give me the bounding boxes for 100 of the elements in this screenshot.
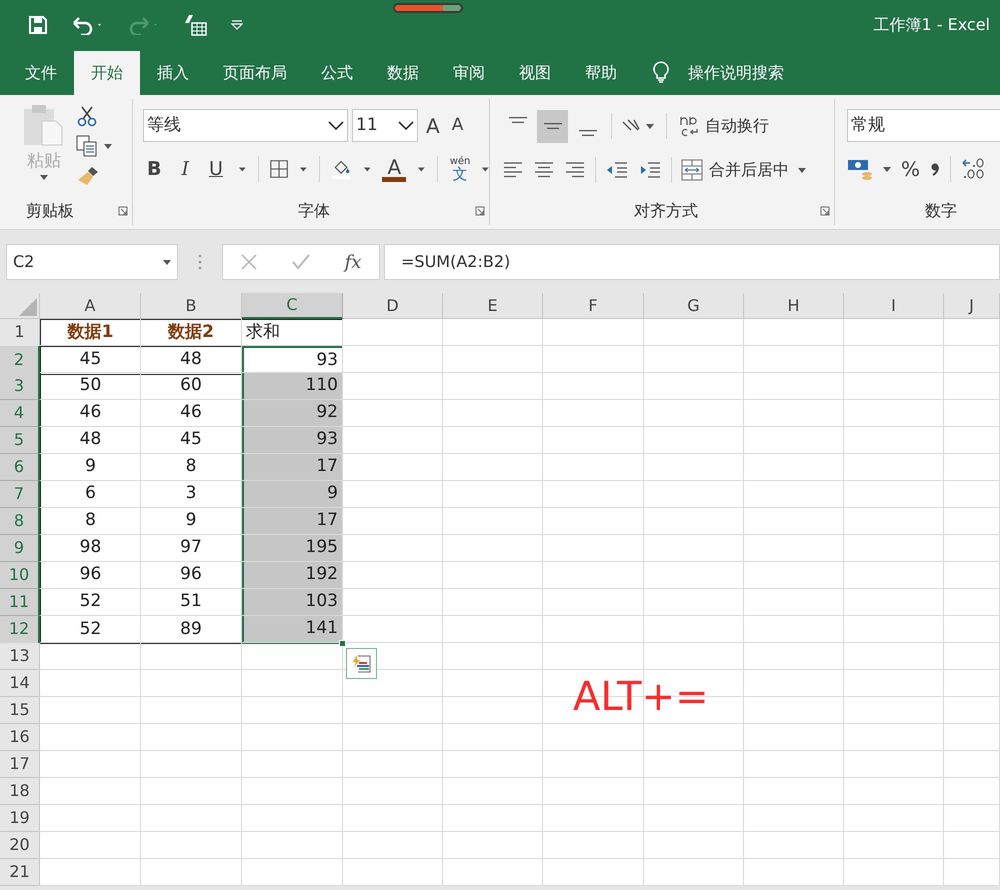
- row-header[interactable]: 1: [0, 319, 40, 346]
- column-header[interactable]: H: [744, 293, 844, 319]
- lightbulb-icon[interactable]: [652, 61, 670, 83]
- row-header[interactable]: 7: [0, 481, 40, 508]
- row-header[interactable]: 15: [0, 697, 40, 724]
- ribbon-tab[interactable]: 公式: [304, 51, 370, 95]
- column-header[interactable]: J: [944, 293, 1000, 319]
- row-header[interactable]: 11: [0, 589, 40, 616]
- font-style-button[interactable]: B: [143, 154, 166, 184]
- caret-icon[interactable]: [646, 124, 654, 128]
- row-header[interactable]: 14: [0, 670, 40, 697]
- decrease-indent-icon[interactable]: [605, 160, 629, 180]
- align-center-icon[interactable]: [533, 160, 555, 180]
- name-box[interactable]: C2: [6, 244, 178, 280]
- row-header[interactable]: 9: [0, 535, 40, 562]
- merge-cells-icon: [681, 159, 703, 181]
- row-header[interactable]: 3: [0, 373, 40, 400]
- caret-icon[interactable]: [104, 144, 112, 148]
- dialog-launcher-icon[interactable]: [475, 206, 485, 216]
- ribbon-tab[interactable]: 插入: [140, 51, 206, 95]
- column-header[interactable]: I: [844, 293, 944, 319]
- table-cell: 17: [242, 508, 343, 535]
- font-size-dropdown[interactable]: 11: [352, 109, 418, 142]
- decrease-font-size-button[interactable]: A: [448, 112, 468, 138]
- row-header[interactable]: 2: [0, 346, 40, 374]
- font-style-button[interactable]: U: [205, 154, 227, 184]
- quick-analysis-button[interactable]: [346, 648, 377, 679]
- group-label: 字体: [298, 200, 330, 222]
- ribbon-tab[interactable]: 帮助: [568, 51, 634, 95]
- row-header[interactable]: 8: [0, 508, 40, 535]
- row-header[interactable]: 13: [0, 643, 40, 670]
- caret-icon[interactable]: [300, 166, 308, 172]
- table-cell: 17: [242, 454, 343, 481]
- copy-icon[interactable]: [76, 135, 98, 157]
- group-label: 对齐方式: [634, 200, 698, 222]
- enter-check-icon[interactable]: [292, 254, 310, 270]
- caret-icon[interactable]: [883, 166, 891, 172]
- fill-handle[interactable]: [339, 640, 346, 647]
- ribbon-tab[interactable]: 文件: [8, 51, 74, 95]
- table-cell: 52: [40, 616, 141, 644]
- ribbon-tab[interactable]: 审阅: [436, 51, 502, 95]
- insert-function-button[interactable]: fx: [344, 248, 362, 276]
- caret-icon[interactable]: [238, 166, 246, 172]
- font-name-dropdown[interactable]: 等线: [143, 109, 348, 142]
- undo-icon[interactable]: [70, 15, 104, 35]
- table-cell: 141: [242, 616, 343, 644]
- column-header[interactable]: F: [543, 293, 644, 319]
- caret-icon[interactable]: [364, 166, 370, 172]
- ribbon-tab[interactable]: 视图: [502, 51, 568, 95]
- row-header[interactable]: 6: [0, 454, 40, 481]
- formula-field[interactable]: =SUM(A2:B2): [384, 244, 1000, 280]
- merge-center-button[interactable]: 合并后居中: [681, 158, 789, 182]
- caret-icon[interactable]: [418, 166, 425, 172]
- currency-icon[interactable]: [847, 157, 873, 181]
- caret-icon[interactable]: [482, 166, 489, 172]
- borders-icon[interactable]: [270, 158, 288, 180]
- group-label: 数字: [925, 200, 957, 222]
- row-header[interactable]: 16: [0, 724, 40, 751]
- row-header[interactable]: 12: [0, 616, 40, 644]
- font-color-button[interactable]: A: [387, 156, 402, 176]
- row-header[interactable]: 10: [0, 562, 40, 589]
- caret-icon[interactable]: [40, 174, 48, 180]
- column-header[interactable]: C: [242, 293, 343, 319]
- row-header[interactable]: 19: [0, 805, 40, 832]
- row-header[interactable]: 4: [0, 400, 40, 427]
- increase-font-size-button[interactable]: A: [422, 110, 444, 140]
- dialog-launcher-icon[interactable]: [118, 206, 128, 216]
- row-header[interactable]: 20: [0, 832, 40, 859]
- table-cell: 192: [242, 562, 343, 589]
- font-style-button[interactable]: I: [177, 154, 193, 184]
- column-header[interactable]: A: [40, 293, 141, 319]
- vertical-align-button[interactable]: [537, 110, 568, 142]
- increase-indent-icon[interactable]: [638, 160, 662, 180]
- column-header[interactable]: B: [141, 293, 242, 319]
- align-left-icon[interactable]: [502, 160, 524, 180]
- ribbon-tab[interactable]: 开始: [74, 51, 140, 95]
- table-icon[interactable]: [182, 13, 208, 37]
- customize-dropdown-icon[interactable]: [230, 20, 244, 30]
- percent-style-button[interactable]: %: [901, 154, 920, 184]
- save-icon[interactable]: [28, 15, 48, 35]
- ribbon-tab[interactable]: 页面布局: [206, 51, 304, 95]
- dialog-launcher-icon[interactable]: [820, 206, 830, 216]
- caret-icon[interactable]: [163, 260, 171, 264]
- row-header[interactable]: 5: [0, 427, 40, 454]
- phonetic-guide-button[interactable]: wén 文: [450, 156, 470, 182]
- align-right-icon[interactable]: [564, 160, 586, 180]
- caret-icon[interactable]: [798, 168, 806, 172]
- column-header[interactable]: E: [443, 293, 543, 319]
- wrap-text-button[interactable]: 自动换行: [679, 114, 769, 138]
- number-format-dropdown[interactable]: 常规: [847, 109, 1000, 142]
- tell-me-search[interactable]: 操作说明搜索: [688, 51, 784, 95]
- column-header[interactable]: G: [644, 293, 744, 319]
- row-header[interactable]: 21: [0, 859, 40, 886]
- ribbon-tab[interactable]: 数据: [370, 51, 436, 95]
- format-painter-icon[interactable]: [76, 165, 100, 187]
- cut-icon[interactable]: [76, 105, 98, 127]
- row-header[interactable]: 18: [0, 778, 40, 805]
- comma-style-icon[interactable]: [930, 162, 940, 176]
- column-header[interactable]: D: [343, 293, 443, 319]
- row-header[interactable]: 17: [0, 751, 40, 778]
